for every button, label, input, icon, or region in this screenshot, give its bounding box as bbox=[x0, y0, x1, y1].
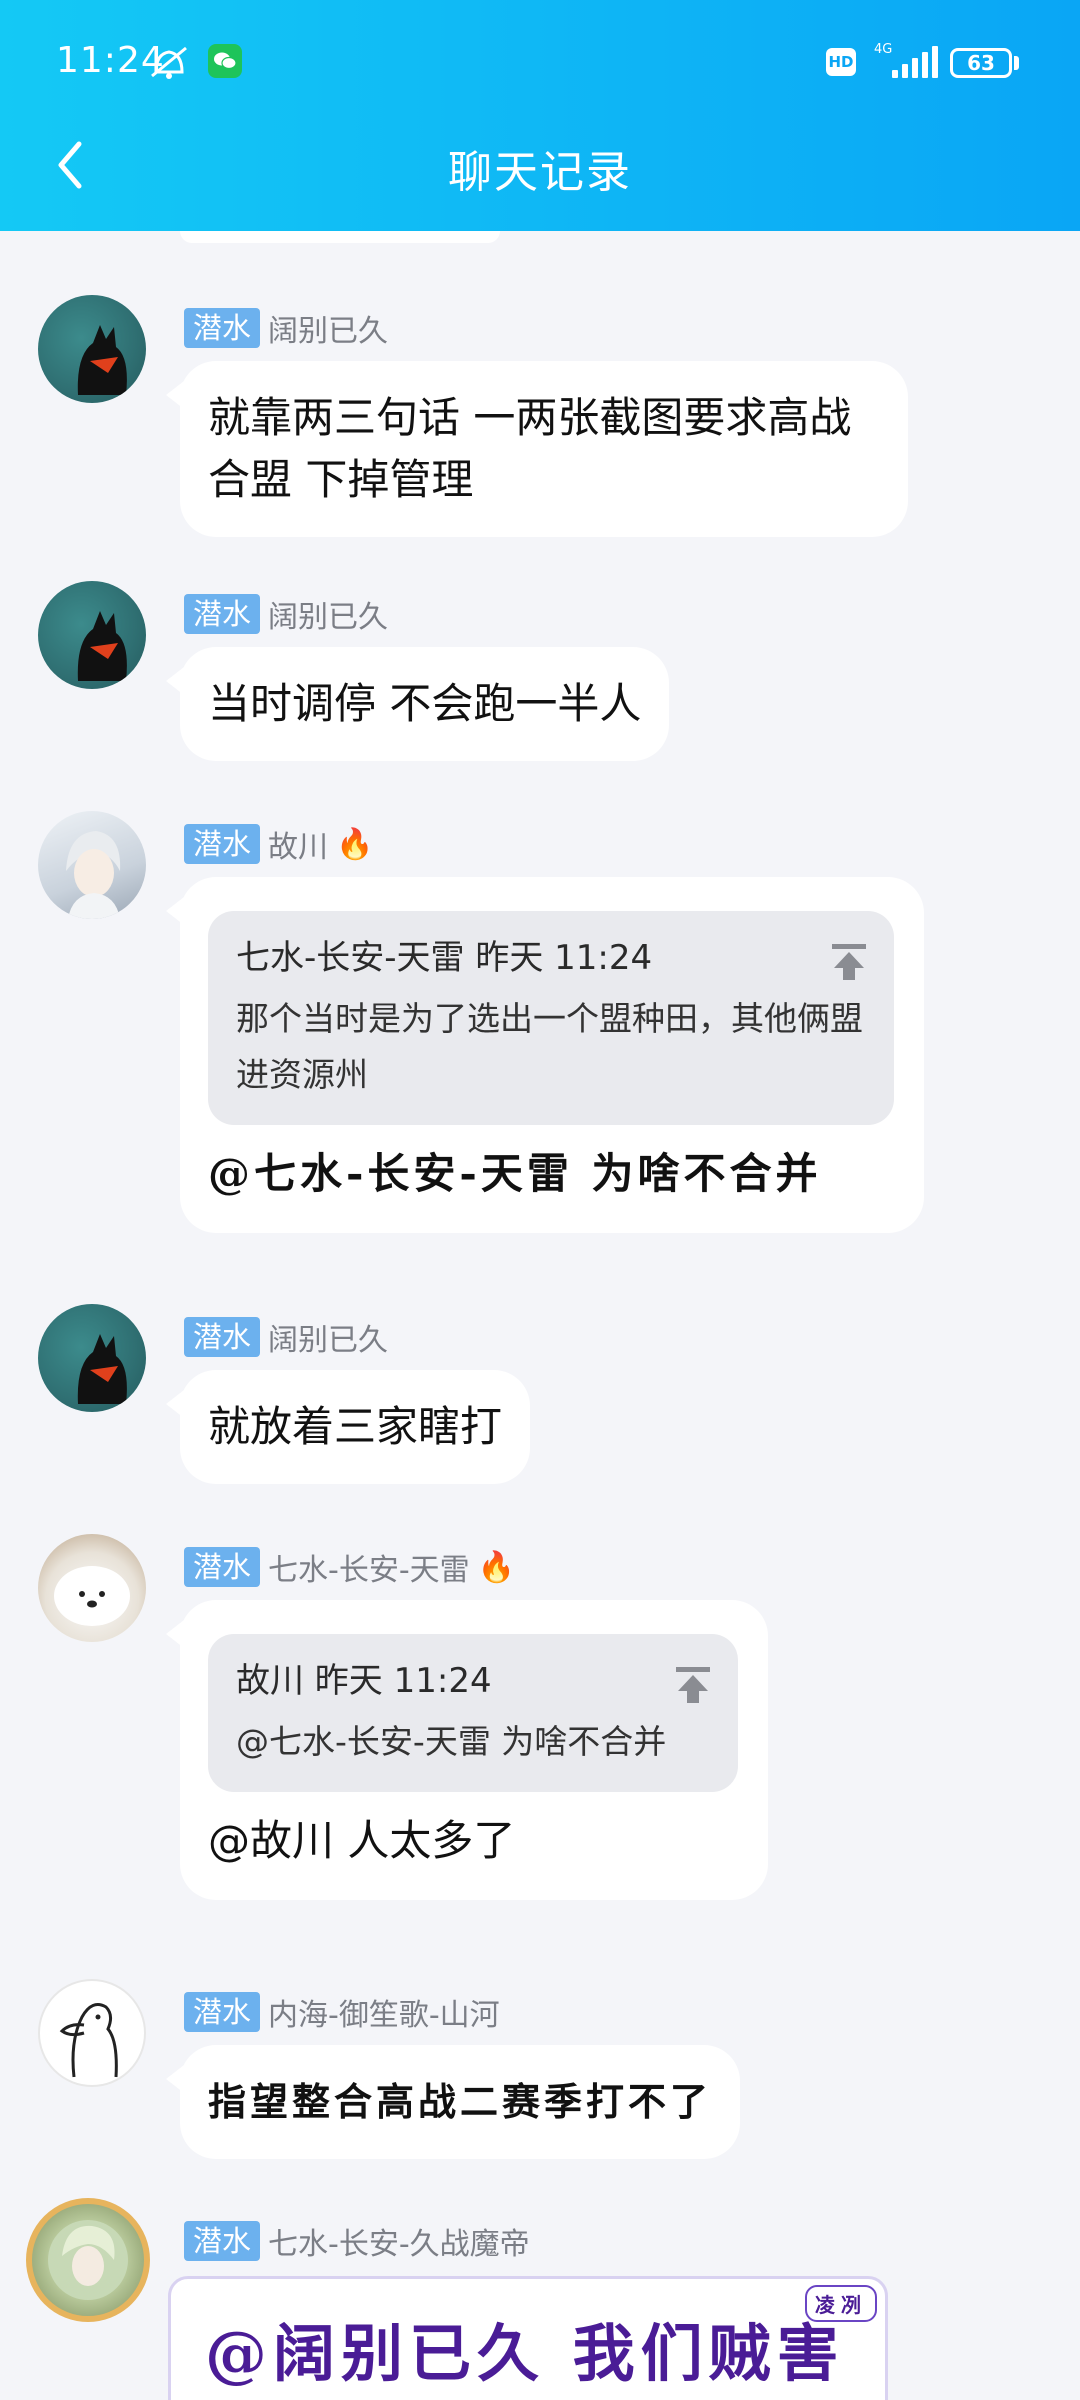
jump-to-top-icon[interactable] bbox=[830, 937, 868, 999]
message-bubble[interactable]: 故川 昨天 11:24 @七水-长安-天雷 为啥不合并 @故川 人太多了 bbox=[166, 1600, 768, 1900]
battery-level: 63 bbox=[967, 51, 995, 75]
battery-tip bbox=[1014, 56, 1019, 70]
hd-badge: HD bbox=[826, 48, 856, 76]
avatar[interactable] bbox=[38, 1304, 146, 1412]
avatar[interactable] bbox=[26, 2198, 150, 2322]
message-text: 指望整合高战二赛季打不了 bbox=[208, 2079, 713, 2124]
sender-name[interactable]: 内海-御笙歌-山河 bbox=[268, 1990, 500, 2034]
avatar[interactable] bbox=[38, 1534, 146, 1642]
quote-text: @七水-长安-天雷 为啥不合并 bbox=[236, 1722, 667, 1761]
avatar[interactable] bbox=[38, 295, 146, 403]
sender-name[interactable]: 七水-长安-天雷 bbox=[268, 1545, 470, 1589]
message-text: @阔别已久 我们贼害 bbox=[205, 2317, 845, 2390]
previous-message-bubble bbox=[180, 231, 500, 243]
quote-text: 那个当时是为了选出一个盟种田，其他俩盟进资源州 bbox=[236, 999, 863, 1094]
status-bar: 11:24 HD 4G 63 bbox=[0, 0, 1080, 126]
message-bubble[interactable]: 指望整合高战二赛季打不了 bbox=[165, 2045, 741, 2159]
sender-info: 潜水 七水-长安-天雷 🔥 bbox=[184, 1546, 515, 1588]
message-text: 就靠两三句话 一两张截图要求高战合盟 下掉管理 bbox=[208, 393, 852, 504]
flame-icon: 🔥 bbox=[336, 826, 374, 862]
avatar[interactable] bbox=[38, 1979, 146, 2087]
network-label: 4G bbox=[874, 42, 893, 57]
sender-info: 潜水 故川 🔥 bbox=[184, 823, 373, 865]
page-title: 聊天记录 bbox=[448, 147, 632, 198]
battery-icon: 63 bbox=[950, 48, 1012, 78]
jump-to-top-icon[interactable] bbox=[674, 1660, 712, 1722]
sender-name[interactable]: 阔别已久 bbox=[268, 306, 388, 350]
quoted-message[interactable]: 七水-长安-天雷 昨天 11:24 那个当时是为了选出一个盟种田，其他俩盟进资源… bbox=[208, 911, 894, 1125]
message-text: @故川 人太多了 bbox=[208, 1816, 516, 1865]
role-badge: 潜水 bbox=[184, 1547, 261, 1587]
role-badge: 潜水 bbox=[184, 824, 261, 864]
role-badge: 潜水 bbox=[184, 1992, 261, 2032]
sender-info: 潜水 阔别已久 bbox=[184, 1316, 388, 1358]
message-text: @七水-长安-天雷 为啥不合并 bbox=[208, 1149, 822, 1198]
message-text: 就放着三家瞎打 bbox=[208, 1402, 503, 1451]
sender-info: 潜水 七水-长安-久战魔帝 bbox=[184, 2220, 530, 2262]
role-badge: 潜水 bbox=[184, 2221, 261, 2261]
message-bubble[interactable]: 就靠两三句话 一两张截图要求高战合盟 下掉管理 bbox=[166, 361, 908, 537]
sender-name[interactable]: 故川 bbox=[268, 822, 328, 866]
message-bubble[interactable]: 七水-长安-天雷 昨天 11:24 那个当时是为了选出一个盟种田，其他俩盟进资源… bbox=[166, 877, 924, 1233]
message-text: 当时调停 不会跑一半人 bbox=[208, 679, 642, 728]
role-badge: 潜水 bbox=[184, 1317, 261, 1357]
role-badge: 潜水 bbox=[184, 594, 261, 634]
app-header: 11:24 HD 4G 63 聊天记录 bbox=[0, 0, 1080, 231]
role-badge: 潜水 bbox=[184, 308, 261, 348]
message-bubble[interactable]: 当时调停 不会跑一半人 bbox=[165, 647, 670, 761]
sender-info: 潜水 内海-御笙歌-山河 bbox=[184, 1991, 500, 2033]
sender-info: 潜水 阔别已久 bbox=[184, 307, 388, 349]
signal-icon bbox=[892, 44, 938, 78]
chat-history[interactable]: 潜水 阔别已久 就靠两三句话 一两张截图要求高战合盟 下掉管理 潜水 阔别已久 … bbox=[0, 231, 1080, 2400]
avatar[interactable] bbox=[38, 811, 146, 919]
flame-icon: 🔥 bbox=[477, 1549, 516, 1585]
quote-header: 七水-长安-天雷 昨天 11:24 bbox=[236, 938, 653, 978]
avatar[interactable] bbox=[38, 581, 146, 689]
message-bubble[interactable]: 凌冽 @阔别已久 我们贼害 bbox=[168, 2276, 888, 2400]
quoted-message[interactable]: 故川 昨天 11:24 @七水-长安-天雷 为啥不合并 bbox=[208, 1634, 738, 1792]
quote-header: 故川 昨天 11:24 bbox=[236, 1661, 492, 1701]
sender-name[interactable]: 七水-长安-久战魔帝 bbox=[268, 2219, 530, 2263]
message-bubble[interactable]: 就放着三家瞎打 bbox=[165, 1370, 531, 1484]
sender-info: 潜水 阔别已久 bbox=[184, 593, 388, 635]
bubble-tag: 凌冽 bbox=[805, 2285, 877, 2322]
mute-icon bbox=[146, 44, 192, 84]
wechat-icon bbox=[208, 44, 242, 78]
sender-name[interactable]: 阔别已久 bbox=[268, 592, 388, 636]
sender-name[interactable]: 阔别已久 bbox=[268, 1315, 388, 1359]
